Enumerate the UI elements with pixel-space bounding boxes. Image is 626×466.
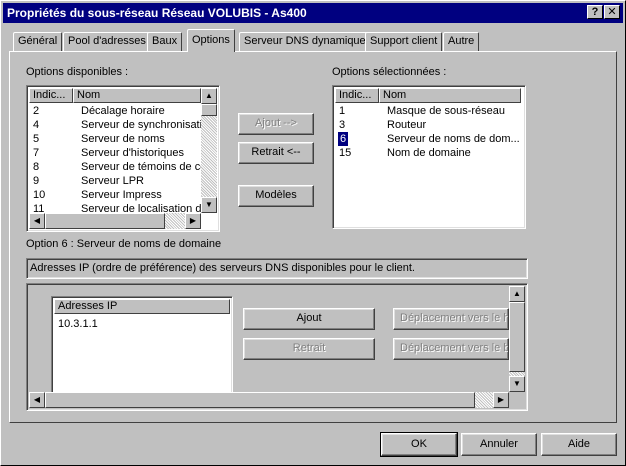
cancel-button[interactable]: Annuler <box>461 433 537 456</box>
option-name: Serveur LPR <box>81 175 144 187</box>
selected-options-label: Options sélectionnées : <box>332 66 447 78</box>
option-name: Routeur <box>387 119 427 131</box>
option-value-pane: Adresses IP 10.3.1.1 Ajout Retrait Dépla… <box>26 283 528 411</box>
scroll-thumb[interactable] <box>45 392 475 408</box>
available-col-index-header[interactable]: Indic... <box>29 88 73 103</box>
move-up-button[interactable]: Déplacement vers le haut <box>393 308 509 330</box>
scroll-thumb[interactable] <box>201 104 217 116</box>
option-index: 7 <box>33 147 40 159</box>
list-item[interactable]: 15 Nom de domaine <box>335 146 521 160</box>
selected-col-name-header[interactable]: Nom <box>379 88 521 103</box>
option-detail-title: Option 6 : Serveur de noms de domaine <box>26 238 222 250</box>
tab-general[interactable]: Général <box>13 32 63 51</box>
list-item[interactable]: 1 Masque de sous-réseau <box>335 104 521 118</box>
models-button[interactable]: Modèles <box>238 185 314 207</box>
option-index: 11 <box>33 203 45 213</box>
tab-address-pool[interactable]: Pool d'adresses <box>63 32 151 51</box>
list-item[interactable]: 3 Routeur <box>335 118 521 132</box>
option-index: 2 <box>33 105 40 117</box>
options-panel: Options disponibles : Indic... Nom 2 Déc… <box>9 51 617 423</box>
option-name: Décalage horaire <box>81 105 165 117</box>
option-index: 8 <box>33 161 40 173</box>
list-item[interactable]: 8 Serveur de témoins de connexion <box>29 160 201 174</box>
option-index: 1 <box>339 105 346 117</box>
list-item[interactable]: 4 Serveur de synchronisation <box>29 118 201 132</box>
available-col-name-header[interactable]: Nom <box>73 88 201 103</box>
scroll-thumb[interactable] <box>509 302 525 372</box>
title-bar[interactable]: Propriétés du sous-réseau Réseau VOLUBIS… <box>3 3 623 23</box>
add-option-button[interactable]: Ajout --> <box>238 113 314 135</box>
option-name: Serveur Impress <box>81 189 162 201</box>
option-index: 15 <box>339 147 352 159</box>
tab-leases[interactable]: Baux <box>147 32 183 51</box>
list-item[interactable]: 2 Décalage horaire <box>29 104 201 118</box>
help-button[interactable]: Aide <box>541 433 617 456</box>
list-item[interactable]: 9 Serveur LPR <box>29 174 201 188</box>
scroll-left-arrow-icon[interactable]: ◀ <box>29 213 45 229</box>
ip-column-header[interactable]: Adresses IP <box>54 299 230 314</box>
scroll-up-arrow-icon[interactable]: ▲ <box>201 88 217 104</box>
option-name: Serveur de noms <box>81 133 165 145</box>
help-title-button[interactable]: ? <box>587 5 603 19</box>
list-item[interactable]: 10.3.1.1 <box>58 317 98 331</box>
scroll-thumb[interactable] <box>45 213 165 229</box>
tab-client-support[interactable]: Support client <box>365 32 443 51</box>
scroll-down-arrow-icon[interactable]: ▼ <box>201 197 217 213</box>
tab-dynamic-dns[interactable]: Serveur DNS dynamique <box>239 32 371 51</box>
option-name: Serveur de témoins de connexion <box>81 161 201 173</box>
remove-option-button[interactable]: Retrait <-- <box>238 142 314 164</box>
move-down-button[interactable]: Déplacement vers le bas <box>393 338 509 360</box>
list-item[interactable]: 11 Serveur de localisation de ressources <box>29 202 201 213</box>
option-index: 4 <box>33 119 40 131</box>
selected-options-list[interactable]: Indic... Nom 1 Masque de sous-réseau 3 R… <box>332 85 526 229</box>
option-name: Serveur de noms de dom... <box>387 133 519 145</box>
add-ip-button[interactable]: Ajout <box>243 308 375 330</box>
ok-button[interactable]: OK <box>380 432 458 457</box>
option-name: Serveur d'historiques <box>81 147 184 159</box>
list-item[interactable]: 7 Serveur d'historiques <box>29 146 201 160</box>
available-options-label: Options disponibles : <box>26 66 129 78</box>
tab-options[interactable]: Options <box>187 29 235 52</box>
scroll-right-arrow-icon[interactable]: ▶ <box>493 392 509 408</box>
list-item[interactable]: 10 Serveur Impress <box>29 188 201 202</box>
close-icon[interactable]: ✕ <box>604 5 620 19</box>
option-index: 10 <box>33 189 46 201</box>
option-name: Nom de domaine <box>387 147 471 159</box>
option-index: 6 <box>336 131 350 147</box>
option-index: 3 <box>339 119 346 131</box>
available-options-list[interactable]: Indic... Nom 2 Décalage horaire 4 Serveu… <box>26 85 220 232</box>
ip-address-list[interactable]: Adresses IP 10.3.1.1 <box>51 296 233 396</box>
list-item[interactable]: 5 Serveur de noms <box>29 132 201 146</box>
scroll-up-arrow-icon[interactable]: ▲ <box>509 286 525 302</box>
remove-ip-button[interactable]: Retrait <box>243 338 375 360</box>
option-index: 5 <box>33 133 40 145</box>
dialog-window: Propriétés du sous-réseau Réseau VOLUBIS… <box>0 0 626 466</box>
option-name: Serveur de localisation de ressources <box>81 203 201 213</box>
option-index: 9 <box>33 175 40 187</box>
option-description: Adresses IP (ordre de préférence) des se… <box>26 258 528 279</box>
list-item-selected[interactable]: 6 Serveur de noms de dom... <box>335 131 521 147</box>
scroll-right-arrow-icon[interactable]: ▶ <box>185 213 201 229</box>
selected-col-index-header[interactable]: Indic... <box>335 88 379 103</box>
option-name: Serveur de synchronisation <box>81 119 201 131</box>
scroll-down-arrow-icon[interactable]: ▼ <box>509 376 525 392</box>
tab-other[interactable]: Autre <box>443 32 480 51</box>
window-title: Propriétés du sous-réseau Réseau VOLUBIS… <box>7 6 307 20</box>
scroll-left-arrow-icon[interactable]: ◀ <box>29 392 45 408</box>
option-name: Masque de sous-réseau <box>387 105 506 117</box>
